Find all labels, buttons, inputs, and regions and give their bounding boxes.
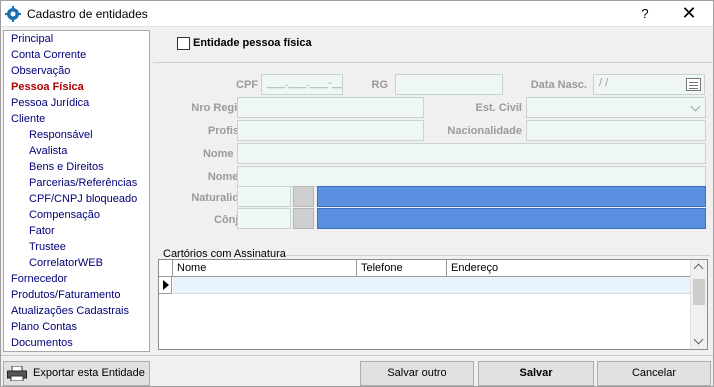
nav-item-observacao[interactable]: Observação xyxy=(11,65,70,80)
printer-icon xyxy=(7,366,27,381)
nav-item-compensacao[interactable]: Compensação xyxy=(29,209,100,224)
title-bar: Cadastro de entidades ? ✕ xyxy=(1,1,713,27)
window-title: Cadastro de entidades xyxy=(27,7,148,21)
nome-pai-field[interactable] xyxy=(237,166,706,187)
nav-item-fator[interactable]: Fator xyxy=(29,225,55,240)
pessoa-fisica-checkbox-label: Entidade pessoa física xyxy=(193,37,312,49)
group-line xyxy=(281,255,710,256)
cpf-field[interactable]: ___.___.___-__ xyxy=(261,74,343,95)
rg-label: RG xyxy=(371,79,389,91)
profissao-field[interactable] xyxy=(237,120,424,141)
help-button[interactable]: ? xyxy=(631,1,659,27)
pessoa-fisica-checkbox[interactable] xyxy=(177,37,190,50)
pessoa-fisica-form: Entidade pessoa física CPF ___.___.___-_… xyxy=(153,30,712,352)
nav-item-trustee[interactable]: Trustee xyxy=(29,241,66,256)
nav-item-parcerias[interactable]: Parcerias/Referências xyxy=(29,177,137,192)
nav-item-cpf-bloqueado[interactable]: CPF/CNPJ bloqueado xyxy=(29,193,137,208)
conjuge-value-field[interactable] xyxy=(317,208,706,229)
cartorios-group: Cartórios com Assinatura Nome Telefone E… xyxy=(155,248,710,352)
nav-item-conta-corrente[interactable]: Conta Corrente xyxy=(11,49,86,64)
save-button[interactable]: Salvar xyxy=(478,361,594,386)
new-row-cells[interactable] xyxy=(173,277,691,294)
action-bar: Exportar esta Entidade Salvar outro Salv… xyxy=(1,355,713,387)
export-entity-button[interactable]: Exportar esta Entidade xyxy=(3,361,150,386)
naturalidade-code-field[interactable] xyxy=(237,186,291,207)
nav-item-documentos[interactable]: Documentos xyxy=(11,337,73,352)
row-indicator xyxy=(159,277,172,294)
nacionalidade-label: Nacionalidade xyxy=(447,125,522,137)
grid-corner xyxy=(159,260,173,276)
divider xyxy=(153,62,712,63)
nav-item-avalista[interactable]: Avalista xyxy=(29,145,67,160)
column-header-nome[interactable]: Nome xyxy=(173,260,357,276)
nav-item-correlatorweb[interactable]: CorrelatorWEB xyxy=(29,257,103,272)
data-nasc-field[interactable]: / / xyxy=(593,74,705,95)
data-nasc-label: Data Nasc. xyxy=(530,79,587,91)
conjuge-lookup-button[interactable] xyxy=(293,208,314,229)
naturalidade-lookup-button[interactable] xyxy=(293,186,314,207)
scroll-up-icon[interactable] xyxy=(693,263,704,274)
nav-item-cliente[interactable]: Cliente xyxy=(11,113,45,128)
grid-header: Nome Telefone Endereço xyxy=(159,260,691,277)
nav-item-fornecedor[interactable]: Fornecedor xyxy=(11,273,67,288)
nav-item-principal[interactable]: Principal xyxy=(11,33,53,48)
section-nav: Principal Conta Corrente Observação Pess… xyxy=(3,30,150,352)
dialog-window: Cadastro de entidades ? ✕ Principal Cont… xyxy=(0,0,714,387)
export-entity-label: Exportar esta Entidade xyxy=(33,367,145,379)
est-civil-select[interactable] xyxy=(526,97,706,118)
scroll-thumb[interactable] xyxy=(693,279,705,305)
nome-mae-field[interactable] xyxy=(237,143,706,164)
conjuge-code-field[interactable] xyxy=(237,208,291,229)
nav-item-plano-contas[interactable]: Plano Contas xyxy=(11,321,77,336)
app-gear-icon xyxy=(5,6,21,22)
data-nasc-value: / / xyxy=(599,77,609,89)
nav-item-bens-direitos[interactable]: Bens e Direitos xyxy=(29,161,104,176)
nav-item-atualizacoes[interactable]: Atualizações Cadastrais xyxy=(11,305,129,320)
scroll-down-icon[interactable] xyxy=(693,334,704,345)
rg-field[interactable] xyxy=(395,74,503,95)
nav-item-responsavel[interactable]: Responsável xyxy=(29,129,93,144)
column-header-endereco[interactable]: Endereço xyxy=(447,260,691,276)
table-row[interactable] xyxy=(159,277,691,294)
grid-vertical-scrollbar[interactable] xyxy=(690,260,707,349)
close-button[interactable]: ✕ xyxy=(671,1,707,27)
cancel-button[interactable]: Cancelar xyxy=(597,361,711,386)
cartorios-grid[interactable]: Nome Telefone Endereço xyxy=(158,259,708,350)
save-other-button[interactable]: Salvar outro xyxy=(360,361,474,386)
column-header-telefone[interactable]: Telefone xyxy=(357,260,447,276)
naturalidade-value-field[interactable] xyxy=(317,186,706,207)
nro-registro-field[interactable] xyxy=(237,97,424,118)
nav-item-produtos[interactable]: Produtos/Faturamento xyxy=(11,289,120,304)
current-row-arrow-icon xyxy=(163,280,169,290)
nav-item-pessoa-juridica[interactable]: Pessoa Jurídica xyxy=(11,97,89,112)
nav-item-pessoa-fisica[interactable]: Pessoa Física xyxy=(11,81,84,96)
cpf-label: CPF xyxy=(236,79,258,91)
nacionalidade-field[interactable] xyxy=(526,120,706,141)
est-civil-label: Est. Civil xyxy=(475,102,522,114)
calendar-icon[interactable] xyxy=(686,78,701,91)
